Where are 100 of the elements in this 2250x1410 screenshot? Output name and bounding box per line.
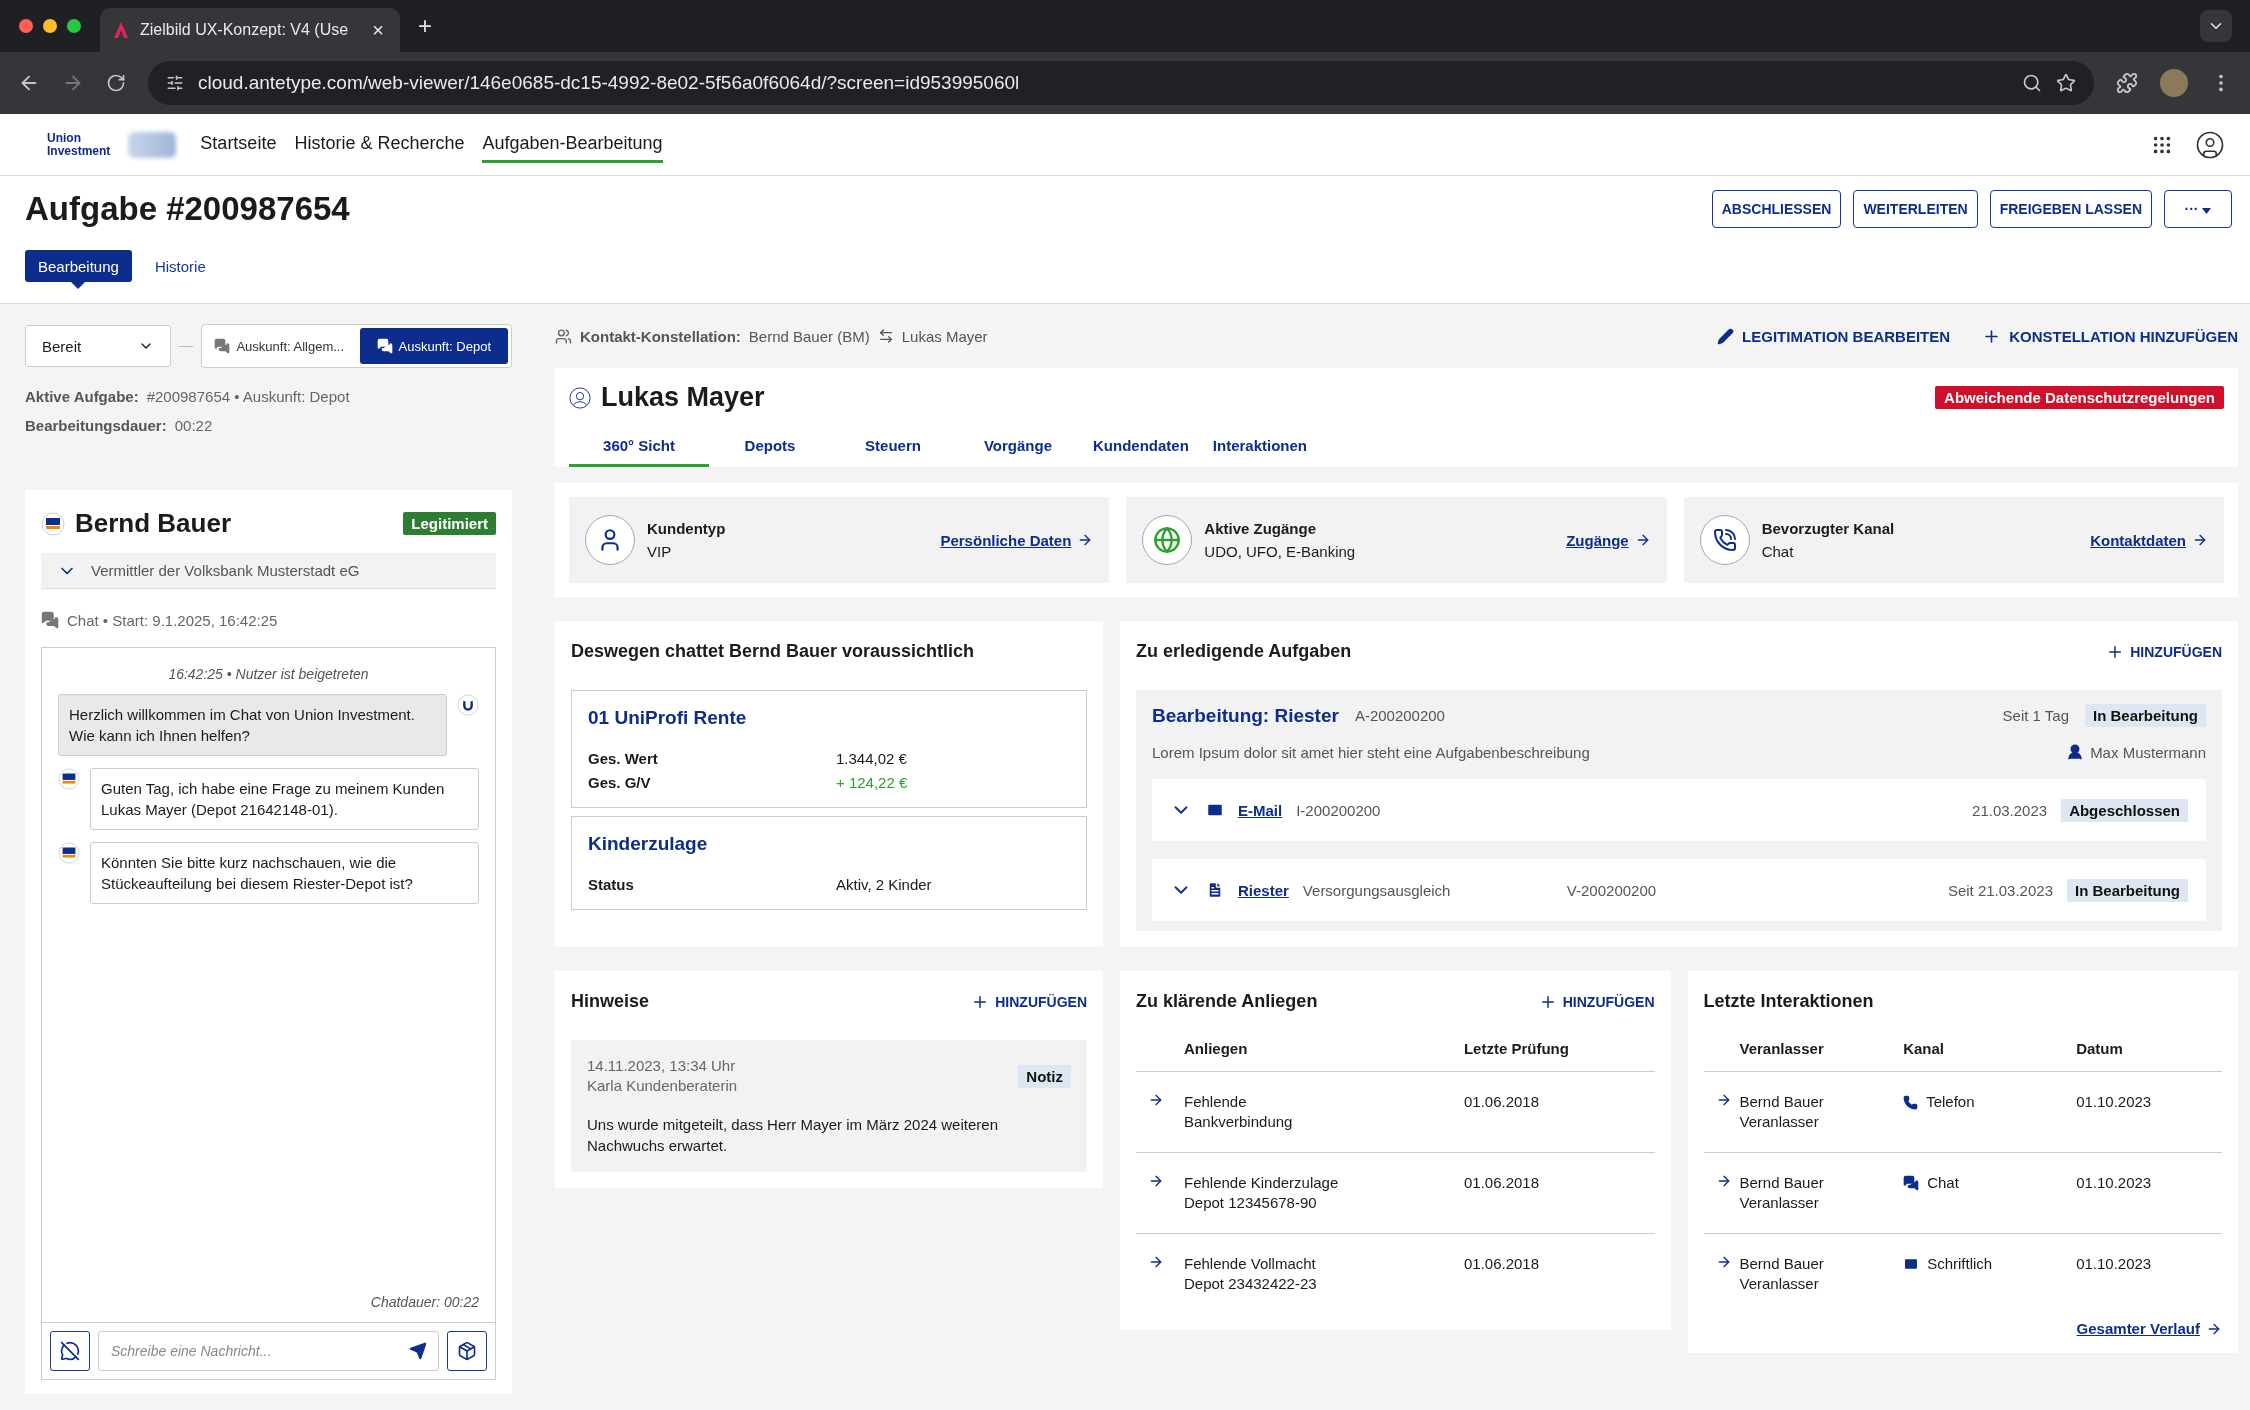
table-cell: Bernd Bauer Veranlasser bbox=[1739, 1255, 1824, 1292]
caret-icon bbox=[2202, 208, 2212, 214]
company-logo: Union Investment bbox=[47, 131, 111, 158]
chat-bubbles-icon bbox=[214, 338, 231, 354]
browser-tab[interactable]: Zielbild UX-Konzept: V4 (Use × bbox=[100, 8, 400, 52]
item-date: Seit 21.03.2023 bbox=[1947, 881, 2053, 899]
add-link[interactable]: HINZUFÜGEN bbox=[2106, 642, 2222, 661]
customer-tab[interactable]: Kundendaten bbox=[1081, 427, 1201, 467]
table-cell: 01.10.2023 bbox=[2076, 1255, 2152, 1272]
history-link[interactable]: Gesamter Verlauf bbox=[2076, 1320, 2222, 1337]
package-button[interactable] bbox=[447, 1331, 487, 1371]
chat-duration: Chatdauer: 00:22 bbox=[369, 1294, 479, 1310]
page-title: Aufgabe #200987654 bbox=[25, 190, 350, 228]
action-button[interactable]: FREIGEBEN LASSEN bbox=[1989, 190, 2152, 228]
pencil-icon bbox=[1717, 327, 1735, 345]
chat-event: 16:42:25 • Nutzer ist beigetreten bbox=[167, 666, 370, 682]
mute-chat-button[interactable] bbox=[50, 1331, 90, 1371]
action-button[interactable]: ABSCHLIESSEN bbox=[1711, 190, 1842, 228]
summary-link[interactable]: Persönliche Daten bbox=[940, 531, 1094, 549]
arrow-right-icon[interactable] bbox=[1148, 1254, 1164, 1270]
constellation-to: Lukas Mayer bbox=[901, 327, 988, 345]
item-link[interactable]: E-Mail bbox=[1238, 801, 1283, 819]
profile-avatar[interactable] bbox=[2160, 69, 2188, 97]
note-author: Karla Kundenberaterin bbox=[587, 1076, 738, 1096]
chat-icon bbox=[1903, 1175, 1920, 1191]
channel-chip[interactable]: Auskunft: Depot bbox=[359, 328, 508, 364]
card-title: Deswegen chattet Bernd Bauer voraussichtlich bbox=[571, 641, 975, 662]
item-link[interactable]: Riester bbox=[1238, 881, 1289, 899]
card-title: Zu klärende Anliegen bbox=[1136, 991, 1318, 1012]
add-link[interactable]: HINZUFÜGEN bbox=[971, 992, 1087, 1011]
task-id: A-200200200 bbox=[1354, 707, 1445, 724]
address-bar[interactable]: cloud.antetype.com/web-viewer/146e0685-dc15-4992-8e02-5f56a0f6064d/?screen=id953995060l bbox=[148, 61, 2094, 105]
bank-logo-icon bbox=[58, 842, 80, 864]
nav-link[interactable]: Startseite bbox=[200, 126, 277, 163]
status-tag: In Bearbeitung bbox=[2067, 878, 2188, 902]
package-icon bbox=[457, 1341, 477, 1361]
extensions-icon[interactable] bbox=[2116, 72, 2138, 94]
bookmark-star-icon[interactable] bbox=[2056, 73, 2076, 93]
customer-tab[interactable]: Interaktionen bbox=[1200, 427, 1320, 467]
summary-link[interactable]: Zugänge bbox=[1566, 531, 1651, 549]
field-label: Ges. G/V bbox=[588, 773, 652, 793]
field-label: Ges. Wert bbox=[588, 749, 659, 769]
tab-close-button[interactable]: × bbox=[368, 18, 388, 42]
summary-link[interactable]: Kontaktdaten bbox=[2090, 531, 2208, 549]
table-cell: 01.10.2023 bbox=[2076, 1093, 2152, 1110]
summary-title: Aktive Zugänge bbox=[1204, 520, 1317, 537]
more-actions-button[interactable]: ··· bbox=[2164, 190, 2232, 228]
summary-title: Bevorzugter Kanal bbox=[1761, 520, 1896, 537]
nav-link[interactable]: Aufgaben-Bearbeitung bbox=[482, 126, 663, 163]
card-title: Zu erledigende Aufgaben bbox=[1136, 641, 1352, 662]
constellation-action[interactable]: KONSTELLATION HINZUFÜGEN bbox=[1982, 326, 2238, 346]
assignee-icon bbox=[2066, 743, 2085, 761]
two-way-arrow-icon bbox=[877, 328, 894, 344]
summary-value: UDO, UFO, E-Banking bbox=[1204, 543, 1357, 560]
column-header: Kanal bbox=[1903, 1040, 1945, 1057]
item-date: 21.03.2023 bbox=[1972, 801, 2048, 819]
status-badge: Legitimiert bbox=[403, 512, 496, 535]
summary-title: Kundentyp bbox=[647, 520, 727, 537]
field-value: 1.344,02 € bbox=[836, 749, 908, 769]
card-title: Hinweise bbox=[571, 991, 650, 1012]
site-settings-icon[interactable] bbox=[166, 74, 184, 92]
action-button[interactable]: WEITERLEITEN bbox=[1853, 190, 1978, 228]
table-cell: 01.10.2023 bbox=[2076, 1174, 2152, 1191]
note-text: Uns wurde mitgeteilt, dass Herr Mayer im März 2024 weiteren Nachwuchs erwartet. bbox=[587, 1115, 999, 1156]
status-tag: Abgeschlossen bbox=[2061, 798, 2188, 822]
status-select[interactable]: Bereit bbox=[25, 325, 171, 367]
page-tab[interactable]: Historie bbox=[141, 250, 219, 282]
user-account-icon[interactable] bbox=[2195, 129, 2225, 160]
column-header: Datum bbox=[2076, 1040, 2123, 1057]
customer-tab[interactable]: Depots bbox=[709, 427, 831, 467]
customer-tab[interactable]: 360° Sicht bbox=[569, 427, 709, 467]
chat-off-icon bbox=[60, 1341, 80, 1361]
column-header: Anliegen bbox=[1184, 1040, 1248, 1057]
note-date: 14.11.2023, 13:34 Uhr bbox=[587, 1056, 737, 1076]
reload-icon[interactable] bbox=[106, 73, 126, 93]
message-input[interactable]: Schreibe eine Nachricht... bbox=[98, 1331, 439, 1371]
table-cell: Bernd Bauer Veranlasser bbox=[1739, 1093, 1824, 1130]
app-logo-icon bbox=[112, 21, 130, 39]
new-tab-button[interactable]: + bbox=[414, 12, 436, 40]
add-link[interactable]: HINZUFÜGEN bbox=[1538, 992, 1655, 1011]
send-icon[interactable] bbox=[409, 1342, 427, 1360]
union-logo-icon bbox=[457, 694, 479, 716]
arrow-right-icon[interactable] bbox=[1148, 1092, 1164, 1108]
nav-link[interactable]: Historie & Recherche bbox=[294, 126, 465, 163]
people-icon bbox=[555, 327, 572, 345]
customer-tab[interactable]: Steuern bbox=[831, 427, 955, 467]
contact-subtitle-row[interactable]: Vermittler der Volksbank Musterstadt eG bbox=[41, 553, 496, 589]
field-label: Status bbox=[588, 875, 635, 895]
field-value: + 124,22 € bbox=[836, 773, 909, 793]
tab-list-button[interactable] bbox=[2200, 10, 2232, 42]
customer-tab[interactable]: Vorgänge bbox=[955, 427, 1081, 467]
zoom-icon[interactable] bbox=[2022, 73, 2042, 93]
url-text: cloud.antetype.com/web-viewer/146e0685-dc15-4992-8e02-5f56a0f6064d/?screen=id953995060l bbox=[198, 72, 1021, 94]
item-type: Versorgungsausgleich bbox=[1302, 881, 1452, 899]
constellation-action[interactable]: LEGITIMATION BEARBEITEN bbox=[1717, 327, 1951, 345]
arrow-right-icon[interactable] bbox=[1148, 1173, 1164, 1189]
task-age: Seit 1 Tag bbox=[2002, 707, 2069, 724]
table-cell: 01.06.2018 bbox=[1463, 1174, 1540, 1191]
globe-icon bbox=[1153, 526, 1182, 554]
phone-icon bbox=[1712, 528, 1737, 552]
